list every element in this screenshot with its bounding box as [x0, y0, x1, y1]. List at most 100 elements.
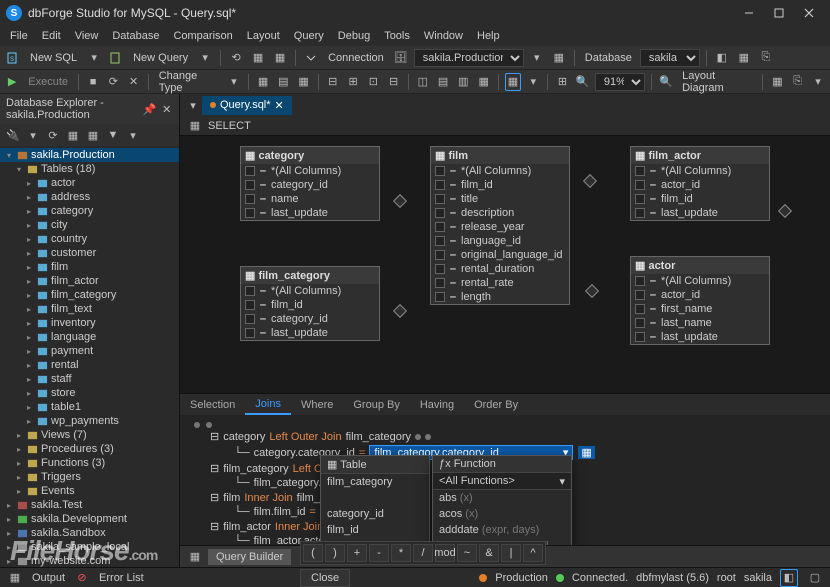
relation-node-icon[interactable]	[583, 174, 597, 188]
diagram-table-actor[interactable]: ▦ actor━*(All Columns)━actor_id━first_na…	[630, 256, 770, 345]
toolbar-icon[interactable]: ▦	[550, 49, 568, 67]
operator-button[interactable]: ^	[523, 544, 543, 562]
menu-layout[interactable]: Layout	[241, 28, 286, 44]
toolbar-icon[interactable]: ▤	[435, 73, 451, 91]
minimize-button[interactable]	[734, 3, 764, 23]
toolbar-icon[interactable]: ▦	[64, 126, 82, 144]
function-popup[interactable]: ƒx Function <All Functions> ▾ abs (x)aco…	[432, 455, 572, 545]
toolbar-icon[interactable]: ▦	[769, 73, 785, 91]
document-tab[interactable]: Query.sql* ✕	[202, 96, 292, 115]
diagram-column[interactable]: ━*(All Columns)	[241, 284, 379, 298]
dropdown-icon[interactable]: ▾	[124, 126, 142, 144]
join-op[interactable]: Inner Join	[275, 521, 323, 533]
toolbar-icon[interactable]: ▾	[24, 126, 42, 144]
tree-table-payment[interactable]: ▸payment	[0, 344, 179, 358]
filter-icon[interactable]: ▼	[104, 126, 122, 144]
tree-table-country[interactable]: ▸country	[0, 232, 179, 246]
tree-table-film_actor[interactable]: ▸film_actor	[0, 274, 179, 288]
qtab-selection[interactable]: Selection	[180, 396, 245, 414]
menu-view[interactable]: View	[69, 28, 105, 44]
diagram-column[interactable]: ━title	[431, 192, 569, 206]
tree-folder[interactable]: ▸Triggers	[0, 470, 179, 484]
menu-window[interactable]: Window	[418, 28, 469, 44]
tree-table-language[interactable]: ▸language	[0, 330, 179, 344]
change-type-button[interactable]: Change Type	[155, 70, 222, 94]
diagram-column[interactable]: ━release_year	[431, 220, 569, 234]
toolbar-icon[interactable]: ▦	[249, 49, 267, 67]
toolbar-icon[interactable]: ▦	[84, 126, 102, 144]
tree-connection[interactable]: ▸my-website.com	[0, 554, 179, 567]
toolbar-icon[interactable]: ▾	[528, 49, 546, 67]
tree-connection[interactable]: ▸sakila.Test	[0, 498, 179, 512]
diagram-column[interactable]: ━description	[431, 206, 569, 220]
tab-close-icon[interactable]: ✕	[275, 99, 284, 112]
relation-node-icon[interactable]	[585, 284, 599, 298]
close-button[interactable]	[794, 3, 824, 23]
tree-connection[interactable]: ▸sakila_sample_local	[0, 540, 179, 554]
operator-button[interactable]: -	[369, 544, 389, 562]
operator-button[interactable]: &	[479, 544, 499, 562]
tree-table-staff[interactable]: ▸staff	[0, 372, 179, 386]
tree-table-inventory[interactable]: ▸inventory	[0, 316, 179, 330]
qtab-order-by[interactable]: Order By	[464, 396, 528, 414]
close-icon[interactable]: ✕	[160, 100, 173, 118]
join-table[interactable]: film_actor	[223, 521, 271, 533]
connection-select[interactable]: sakila.Production	[414, 49, 524, 67]
diagram-column[interactable]: ━last_update	[631, 206, 769, 220]
menu-debug[interactable]: Debug	[332, 28, 376, 44]
operator-button[interactable]: *	[391, 544, 411, 562]
relation-node-icon[interactable]	[393, 194, 407, 208]
tree-tables-folder[interactable]: ▾Tables (18)	[0, 162, 179, 176]
dropdown-icon[interactable]: ▾	[85, 49, 103, 67]
qtab-joins[interactable]: Joins	[245, 395, 291, 415]
toolbar-icon[interactable]: ◧	[713, 49, 731, 67]
diagram-column[interactable]: ━length	[431, 290, 569, 304]
operator-button[interactable]: (	[303, 544, 323, 562]
diagram-column[interactable]: ━category_id	[241, 312, 379, 326]
diagram-column[interactable]: ━actor_id	[631, 288, 769, 302]
diagram-column[interactable]: ━language_id	[431, 234, 569, 248]
new-query-button[interactable]: New Query	[129, 52, 192, 64]
refresh-icon[interactable]: ⟳	[105, 73, 121, 91]
diagram-column[interactable]: ━rental_duration	[431, 262, 569, 276]
operator-button[interactable]: )	[325, 544, 345, 562]
toolbar-icon[interactable]: ▦	[295, 73, 311, 91]
toolbar-icon[interactable]: ⟲	[227, 49, 245, 67]
toolbar-icon[interactable]: ⊞	[345, 73, 361, 91]
close-popup-button[interactable]: Close	[300, 569, 350, 587]
join-op[interactable]: Left Outer Join	[269, 431, 341, 443]
dropdown-icon[interactable]: ▾	[525, 73, 541, 91]
toolbar-icon[interactable]: ▥	[455, 73, 471, 91]
execute-button[interactable]: Execute	[24, 76, 72, 88]
cancel-icon[interactable]: ✕	[126, 73, 142, 91]
relation-node-icon[interactable]	[393, 304, 407, 318]
popup-item[interactable]: category_id	[321, 506, 429, 522]
tree-connection[interactable]: ▾sakila.Production	[0, 148, 179, 162]
diagram-table-film[interactable]: ▦ film━*(All Columns)━film_id━title━desc…	[430, 146, 570, 305]
diagram-column[interactable]: ━original_language_id	[431, 248, 569, 262]
tree-table-table1[interactable]: ▸table1	[0, 400, 179, 414]
diagram-column[interactable]: ━film_id	[241, 298, 379, 312]
layout-icon[interactable]: ◧	[780, 569, 798, 587]
diagram-column[interactable]: ━last_update	[241, 206, 379, 220]
query-type-icon[interactable]: ▦	[186, 117, 204, 135]
popup-group[interactable]: <All Functions>	[439, 475, 515, 487]
explorer-tree[interactable]: ▾sakila.Production▾Tables (18)▸actor▸add…	[0, 146, 179, 567]
toolbar-icon[interactable]: ⎘	[790, 73, 806, 91]
toolbar-icon[interactable]: ⊡	[365, 73, 381, 91]
toolbar-icon[interactable]: ⊞	[554, 73, 570, 91]
diagram-column[interactable]: ━last_update	[631, 330, 769, 344]
tree-table-address[interactable]: ▸address	[0, 190, 179, 204]
diagram-column[interactable]: ━*(All Columns)	[241, 164, 379, 178]
operator-button[interactable]: /	[413, 544, 433, 562]
database-select[interactable]: sakila	[640, 49, 700, 67]
relation-node-icon[interactable]	[778, 204, 792, 218]
tab-query-builder[interactable]: Query Builder	[208, 549, 291, 565]
tree-table-actor[interactable]: ▸actor	[0, 176, 179, 190]
layout-icon[interactable]: ▢	[806, 569, 824, 587]
tree-connection[interactable]: ▸sakila.Development	[0, 512, 179, 526]
operator-button[interactable]: |	[501, 544, 521, 562]
layout-diagram-button[interactable]: Layout Diagram	[678, 70, 756, 94]
menu-edit[interactable]: Edit	[36, 28, 67, 44]
new-sql-button[interactable]: New SQL	[26, 52, 81, 64]
